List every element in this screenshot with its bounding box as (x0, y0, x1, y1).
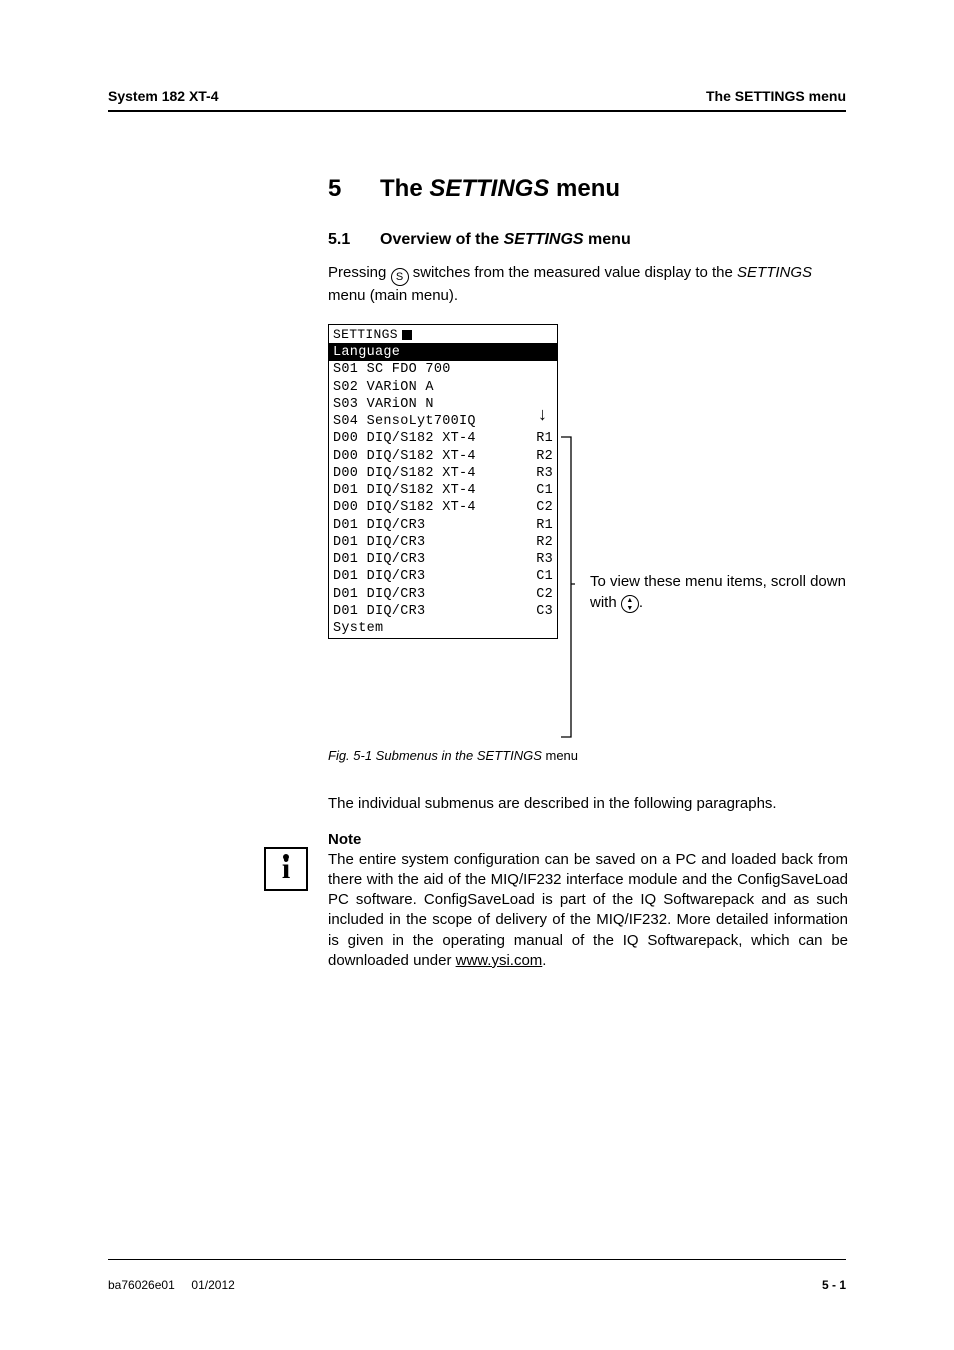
section-title: Overview of the SETTINGS menu (380, 231, 631, 249)
lock-icon (402, 330, 412, 340)
lcd-row: S04 SensoLyt700IQ (329, 413, 557, 430)
note-title: Note (328, 831, 848, 848)
lcd-row: D01 DIQ/CR3R1 (329, 517, 557, 534)
lcd-row: System (329, 620, 557, 637)
chapter-title: The SETTINGS menu (380, 175, 620, 203)
page-footer: ba76026e01 01/2012 5 - 1 (108, 1278, 846, 1292)
lcd-row: D00 DIQ/S182 XT-4C2 (329, 499, 557, 516)
note-body: The entire system configuration can be s… (328, 850, 848, 972)
lcd-screen: SETTINGS Language S01 SC FDO 700 S02 VAR… (328, 324, 558, 638)
lcd-row: D01 DIQ/CR3C1 (329, 568, 557, 585)
header-right: The SETTINGS menu (706, 88, 846, 104)
intro-paragraph: Pressing S switches from the measured va… (328, 263, 848, 306)
lcd-row: D01 DIQ/S182 XT-4C1 (329, 482, 557, 499)
lcd-row: D01 DIQ/CR3C2 (329, 586, 557, 603)
lcd-title-text: SETTINGS (333, 327, 398, 342)
chapter-heading: 5 The SETTINGS menu (328, 175, 848, 203)
after-figure-paragraph: The individual submenus are described in… (328, 794, 848, 814)
lcd-row: S03 VARiON N (329, 396, 557, 413)
figure-annotation: To view these menu items, scroll down wi… (590, 572, 852, 613)
s-key-icon: S (391, 268, 409, 286)
header-rule (108, 110, 846, 112)
lcd-row: D01 DIQ/CR3R3 (329, 551, 557, 568)
lcd-row: D01 DIQ/CR3R2 (329, 534, 557, 551)
chapter-number: 5 (328, 175, 380, 203)
figure-5-1: SETTINGS Language S01 SC FDO 700 S02 VAR… (328, 324, 848, 764)
page-header: System 182 XT-4 The SETTINGS menu (108, 88, 846, 104)
lcd-row: D00 DIQ/S182 XT-4R3 (329, 465, 557, 482)
header-left: System 182 XT-4 (108, 88, 219, 104)
lcd-row: D01 DIQ/CR3C3 (329, 603, 557, 620)
section-number: 5.1 (328, 231, 380, 249)
website-link[interactable]: www.ysi.com (456, 952, 543, 969)
scroll-down-arrow-icon: ↓ (538, 404, 547, 425)
footer-rule (108, 1259, 846, 1261)
lcd-row: D00 DIQ/S182 XT-4R2 (329, 448, 557, 465)
lcd-title-bar: SETTINGS (329, 325, 557, 343)
lcd-selected-row: Language (329, 344, 557, 361)
lcd-row: S02 VARiON A (329, 379, 557, 396)
content-column: 5 The SETTINGS menu 5.1 Overview of the … (328, 155, 848, 971)
lcd-row: S01 SC FDO 700 (329, 361, 557, 378)
updown-key-icon (621, 595, 639, 613)
bracket-indicator (561, 436, 575, 738)
section-heading: 5.1 Overview of the SETTINGS menu (328, 231, 848, 249)
page-number: 5 - 1 (822, 1278, 846, 1292)
info-icon (264, 847, 308, 891)
figure-caption: Fig. 5-1 Submenus in the SETTINGS menu (328, 748, 578, 763)
note-block: Note The entire system configuration can… (328, 831, 848, 972)
lcd-row: D00 DIQ/S182 XT-4R1 (329, 430, 557, 447)
footer-left: ba76026e01 01/2012 (108, 1278, 235, 1292)
